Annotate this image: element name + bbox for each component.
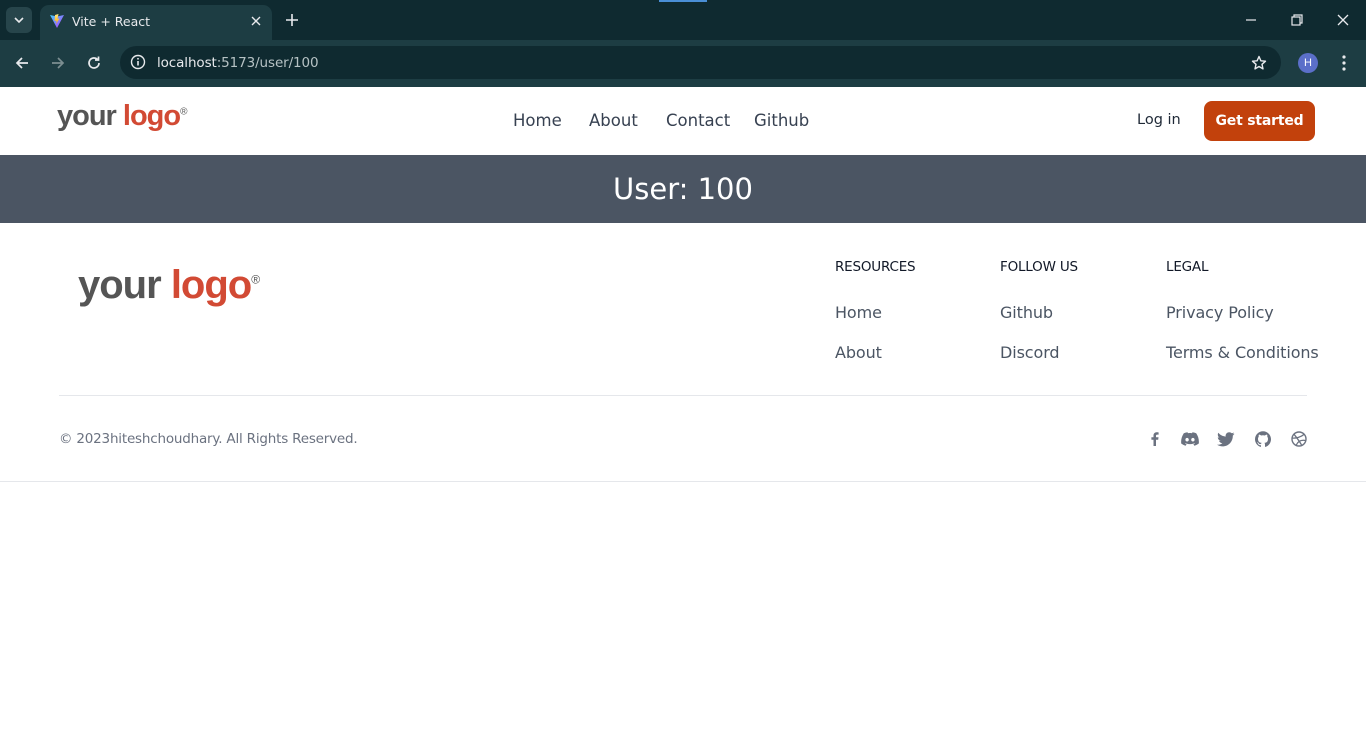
forward-button[interactable] <box>47 52 69 74</box>
facebook-link[interactable] <box>1146 430 1164 448</box>
profile-avatar[interactable]: H <box>1298 53 1318 73</box>
user-heading: User: 100 <box>613 172 753 206</box>
page-viewport: your logo® Home About Contact Github Log… <box>0 87 1366 738</box>
github-link[interactable] <box>1254 430 1272 448</box>
logo-word-logo: logo <box>122 100 181 132</box>
logo-registered-mark: ® <box>180 106 187 118</box>
logo-registered-mark: ® <box>251 272 260 287</box>
minimize-icon <box>1246 19 1256 21</box>
star-icon <box>1251 55 1267 70</box>
footer-link-about[interactable]: About <box>835 343 882 362</box>
chevron-down-icon <box>14 17 24 24</box>
user-banner: User: 100 <box>0 155 1366 223</box>
footer-link-terms[interactable]: Terms & Conditions <box>1166 343 1319 362</box>
footer-link-privacy-policy[interactable]: Privacy Policy <box>1166 303 1274 322</box>
restore-button[interactable] <box>1287 10 1307 30</box>
url-host: localhost <box>157 55 217 71</box>
nav-link-home[interactable]: Home <box>513 111 562 130</box>
header-logo[interactable]: your logo® <box>57 100 188 133</box>
arrow-left-icon <box>15 57 28 69</box>
reload-icon <box>88 56 100 69</box>
footer-heading-resources: RESOURCES <box>835 259 916 275</box>
arrow-right-icon <box>52 57 65 69</box>
close-icon <box>1337 14 1349 26</box>
vite-logo-icon <box>50 14 64 28</box>
footer-heading-follow-us: FOLLOW US <box>1000 259 1078 275</box>
url-path: :5173/user/100 <box>216 55 319 71</box>
browser-toolbar: localhost:5173/user/100 H <box>0 40 1366 87</box>
site-footer: your logo® RESOURCES Home About FOLLOW U… <box>0 223 1366 482</box>
site-info-button[interactable] <box>128 52 148 72</box>
browser-tab-active[interactable]: Vite + React <box>40 5 272 40</box>
footer-link-home[interactable]: Home <box>835 303 882 322</box>
close-icon <box>251 16 261 26</box>
nav-link-contact[interactable]: Contact <box>666 111 730 130</box>
url-text: localhost:5173/user/100 <box>157 55 319 71</box>
bookmark-button[interactable] <box>1249 53 1269 73</box>
discord-link[interactable] <box>1181 430 1199 448</box>
footer-divider <box>59 395 1307 396</box>
dribbble-link[interactable] <box>1290 430 1308 448</box>
logo-word-your: your <box>57 100 117 132</box>
tab-strip-accent <box>659 0 707 2</box>
tab-search-button[interactable] <box>6 7 32 33</box>
twitter-icon <box>1217 431 1235 446</box>
login-link[interactable]: Log in <box>1137 112 1181 128</box>
minimize-button[interactable] <box>1241 10 1261 30</box>
tab-title: Vite + React <box>72 14 151 29</box>
nav-link-github[interactable]: Github <box>754 111 809 130</box>
logo-word-logo: logo <box>170 263 252 307</box>
browser-tab-strip: Vite + React <box>0 0 1366 40</box>
kebab-menu-icon <box>1342 55 1346 71</box>
info-icon <box>130 54 146 70</box>
copyright-text: © 2023hiteshchoudhary. All Rights Reserv… <box>59 431 358 447</box>
footer-logo[interactable]: your logo® <box>78 263 260 308</box>
footer-link-github[interactable]: Github <box>1000 303 1053 322</box>
nav-link-about[interactable]: About <box>589 111 638 130</box>
twitter-link[interactable] <box>1217 430 1235 448</box>
facebook-icon <box>1151 432 1159 446</box>
plus-icon <box>286 14 298 26</box>
footer-link-discord[interactable]: Discord <box>1000 343 1060 362</box>
dribbble-icon <box>1291 431 1307 447</box>
reload-button[interactable] <box>83 52 105 74</box>
close-tab-button[interactable] <box>248 13 264 29</box>
logo-word-your: your <box>78 263 162 307</box>
github-icon <box>1255 431 1271 447</box>
new-tab-button[interactable] <box>282 10 302 30</box>
address-bar[interactable]: localhost:5173/user/100 <box>120 46 1281 79</box>
back-button[interactable] <box>11 52 33 74</box>
get-started-button[interactable]: Get started <box>1204 101 1315 141</box>
footer-heading-legal: LEGAL <box>1166 259 1209 275</box>
discord-icon <box>1181 432 1199 446</box>
browser-menu-button[interactable] <box>1334 53 1354 73</box>
site-header: your logo® Home About Contact Github Log… <box>0 87 1366 155</box>
close-window-button[interactable] <box>1333 10 1353 30</box>
restore-icon <box>1291 14 1303 26</box>
